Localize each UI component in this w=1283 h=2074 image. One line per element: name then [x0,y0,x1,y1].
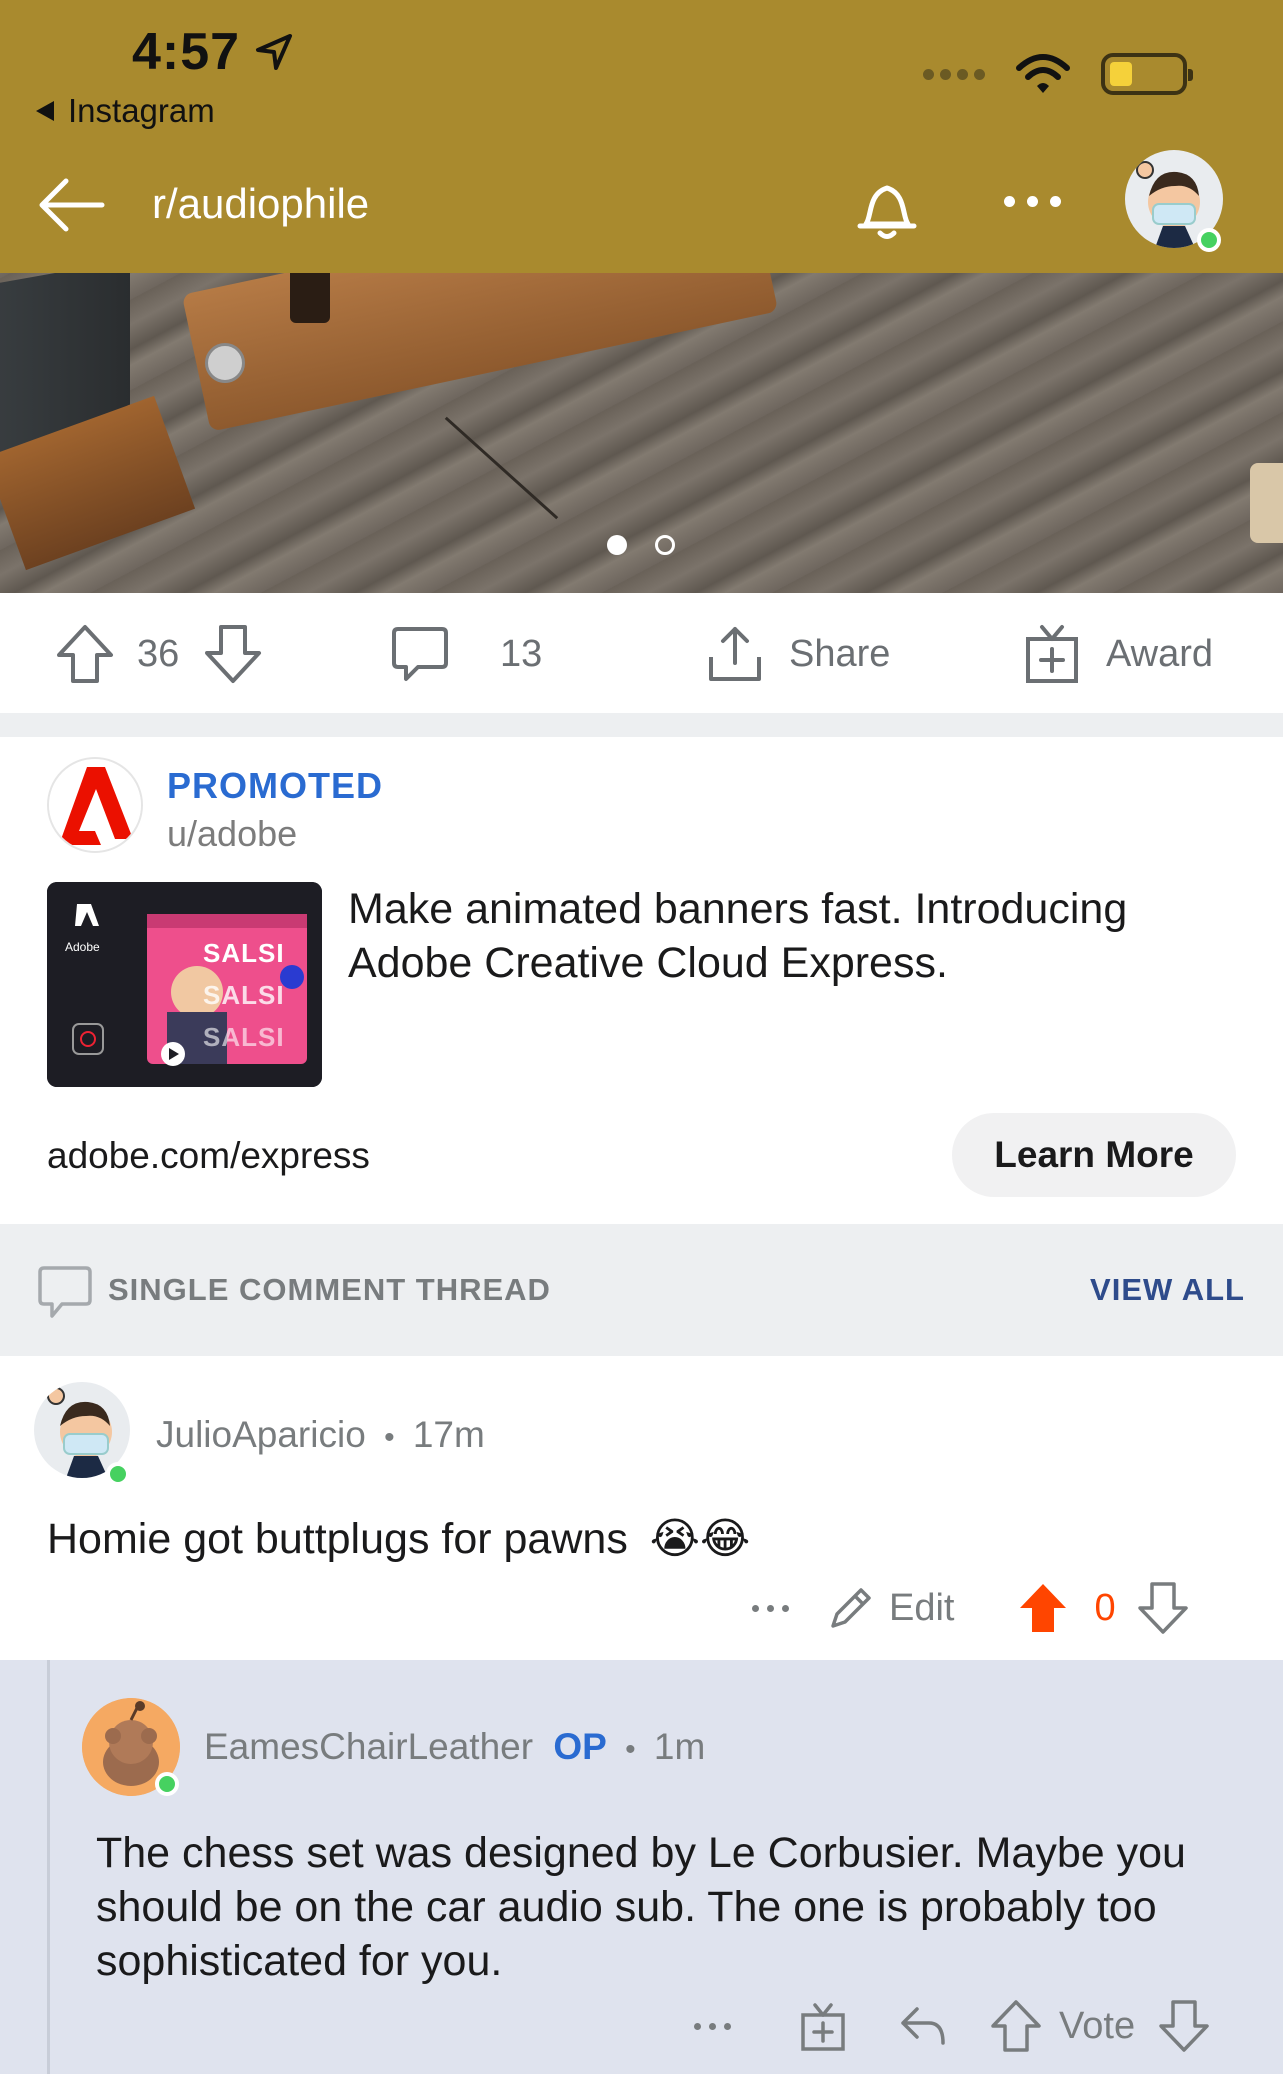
wooden-board [181,273,779,432]
ad-headline[interactable]: Make animated banners fast. Introducing … [348,882,1248,990]
award-label: Award [1106,632,1214,675]
reply-actions: Vote [694,2000,1209,2052]
comment-body: Homie got buttplugs for pawns 😭😂 [47,1512,750,1566]
thread-label: SINGLE COMMENT THREAD [108,1272,551,1307]
more-options-icon[interactable] [1004,196,1061,207]
ad-thumb-word-1: SALSI [203,938,285,968]
downvote-icon[interactable] [1137,1582,1188,1634]
comment-actions: Edit 0 [752,1582,1188,1634]
downvote-icon[interactable] [1159,2000,1209,2052]
comment-author[interactable]: JulioAparicio [156,1414,366,1455]
back-arrow-icon[interactable] [36,175,106,235]
comment-score: 0 [1094,1586,1116,1629]
subreddit-title[interactable]: r/audiophile [152,180,369,228]
reply-author-line: EamesChairLeather OP • 1m [204,1726,705,1768]
comment-bubble-icon [38,1266,92,1318]
upvote-icon[interactable] [55,623,115,685]
comment-author-line: JulioAparicio • 17m [156,1414,485,1456]
cable [444,416,559,520]
ad-url[interactable]: adobe.com/express [47,1135,370,1177]
promoted-label: PROMOTED [167,765,384,806]
carousel-dot-active[interactable] [607,535,627,555]
spike-foot [205,343,245,383]
share-label: Share [789,632,891,675]
post-action-bar: 36 13 Share Award [0,593,1283,713]
upvote-icon[interactable] [991,2000,1041,2052]
separator-dot: • [384,1421,395,1454]
edit-button[interactable]: Edit [827,1584,954,1632]
back-to-app-link[interactable]: Instagram [36,92,215,130]
separator-dot: • [625,1733,636,1766]
comment-time: 17m [412,1414,485,1455]
pencil-icon [831,1588,871,1628]
vote-group: 36 [55,623,263,685]
ad-thumb-word-3: SALSI [203,1022,285,1052]
status-indicators [923,52,1193,96]
downvote-icon[interactable] [203,623,263,685]
online-status-dot [155,1772,179,1796]
online-status-dot [1197,228,1221,252]
vote-count: 36 [137,632,180,675]
ad-username[interactable]: u/adobe [167,813,297,855]
online-status-dot [106,1462,130,1486]
gift-icon [1026,625,1078,683]
reply-author[interactable]: EamesChairLeather [204,1726,533,1767]
comment-more-icon[interactable] [752,1604,789,1612]
app-header: 4:57 Instagram r/audiophile [0,0,1283,273]
upvote-active-icon[interactable] [1018,1582,1068,1634]
ad-thumb-word-2: SALSI [203,980,285,1010]
bell-icon[interactable] [850,170,924,244]
gift-icon[interactable] [799,2001,847,2051]
learn-more-button[interactable]: Learn More [952,1113,1236,1197]
adobe-logo-icon[interactable] [47,757,143,853]
thread-line[interactable] [47,1660,50,2074]
view-all-button[interactable]: VIEW ALL [1090,1272,1245,1308]
ad-thumbnail[interactable]: Adobe SALSI SALSI SALSI [47,882,322,1087]
clock: 4:57 [132,23,241,81]
award-button[interactable]: Award [1022,623,1213,685]
vote-label: Vote [1059,2004,1136,2047]
promoted-post[interactable]: PROMOTED u/adobe Adobe SALSI SALSI SALSI… [0,737,1283,1224]
thread-header: SINGLE COMMENT THREAD VIEW ALL [0,1224,1283,1356]
speaker-spike [290,273,330,323]
section-divider [0,713,1283,737]
comment: JulioAparicio • 17m Homie got buttplugs … [0,1356,1283,1660]
post-image[interactable] [0,273,1283,593]
reply-icon[interactable] [899,2003,947,2049]
status-time: 4:57 [132,22,294,82]
reply-body: The chess set was designed by Le Corbusi… [96,1829,1186,1985]
comment-text: Homie got buttplugs for pawns [47,1515,628,1563]
comment-count: 13 [500,632,543,675]
battery-icon [1101,53,1193,95]
back-triangle-icon [36,101,54,121]
comments-button[interactable]: 13 [390,623,542,685]
share-icon [709,627,761,681]
ad-thumb-brand: Adobe [65,940,100,954]
wifi-icon [1016,54,1070,93]
carousel-dot[interactable] [655,535,675,555]
edit-label: Edit [889,1586,955,1629]
reply-time: 1m [653,1726,706,1767]
back-app-label: Instagram [68,92,215,129]
cellular-signal-icon [923,68,985,80]
edge-object [1250,463,1283,543]
share-button[interactable]: Share [705,623,890,685]
comment-emojis: 😭😂 [649,1515,751,1563]
comment-bubble-icon [392,627,448,681]
reply-comment: EamesChairLeather OP • 1m The chess set … [0,1660,1283,2074]
op-badge: OP [553,1726,607,1767]
location-arrow-icon [256,34,293,70]
reply-more-icon[interactable] [694,2022,731,2030]
